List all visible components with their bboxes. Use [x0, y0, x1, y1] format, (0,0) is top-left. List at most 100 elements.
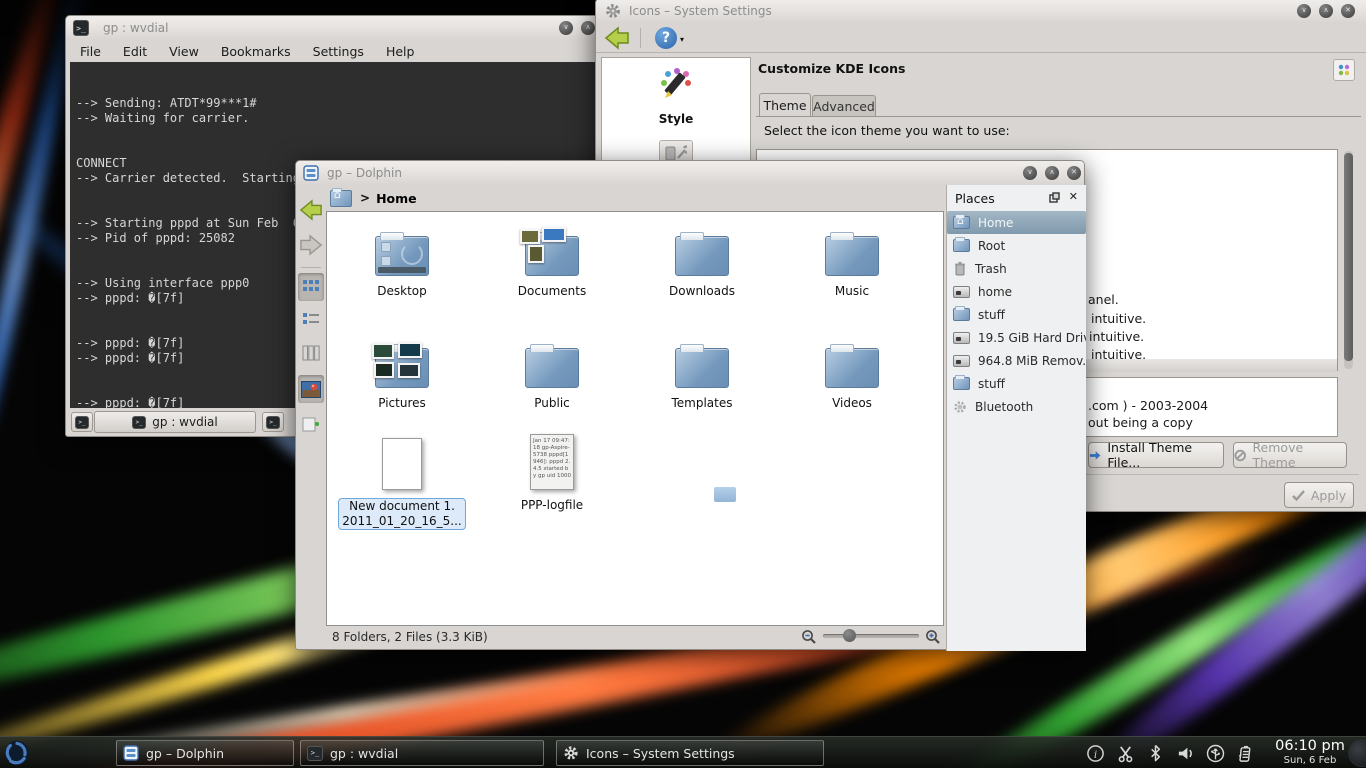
places-header: Places — [955, 191, 995, 206]
text-preview-icon: Jan 17 09:47:18 gp-Aspire-5738 pppd[1946… — [530, 434, 574, 490]
file-item[interactable]: Templates — [638, 332, 766, 411]
launcher-icon[interactable] — [3, 739, 31, 767]
columns-view-button[interactable] — [298, 339, 324, 367]
file-item-selected[interactable]: New document 1. 2011_01_20_16_5... — [338, 428, 466, 530]
taskbar: gp – Dolphin >_ gp : wvdial Icons – Syst… — [0, 736, 1366, 768]
file-item[interactable]: Documents — [488, 220, 616, 299]
task-konsole[interactable]: >_ gp : wvdial — [300, 740, 544, 766]
remove-theme-button[interactable]: Remove Theme — [1233, 442, 1347, 468]
places-item-home-partition[interactable]: home — [947, 280, 1086, 303]
drive-icon — [953, 286, 970, 298]
terminal-icon: >_ — [73, 20, 89, 36]
konsole-titlebar[interactable]: >_ gp : wvdial ∨ ∧ ✕ — [66, 16, 609, 40]
battery-icon[interactable] — [1236, 744, 1255, 763]
places-item-stuff-2[interactable]: stuff — [947, 372, 1086, 395]
konsole-menubar: File Edit View Bookmarks Settings Help — [66, 40, 609, 62]
checkmark-icon — [1292, 490, 1305, 501]
notifications-icon[interactable]: i — [1086, 744, 1105, 763]
bluetooth-icon[interactable] — [1146, 744, 1165, 763]
minimize-button[interactable]: ∨ — [559, 21, 573, 35]
columns-view-icon — [302, 345, 320, 361]
theme-list-text: intuitive. — [1089, 329, 1144, 344]
dolphin-side-toolbar — [296, 185, 326, 649]
new-tab-button[interactable]: >_ — [71, 412, 93, 432]
maximize-button[interactable]: ∧ — [1045, 166, 1059, 180]
klipper-scissors-icon[interactable] — [1116, 744, 1135, 763]
maximize-button[interactable]: ∧ — [581, 21, 595, 35]
file-item[interactable]: Jan 17 09:47:18 gp-Aspire-5738 pppd[1946… — [488, 428, 616, 513]
apply-button[interactable]: Apply — [1284, 482, 1354, 508]
close-button[interactable]: ✕ — [1341, 4, 1355, 18]
window-title: gp : wvdial — [103, 21, 168, 35]
volume-icon[interactable] — [1176, 744, 1195, 763]
system-settings-titlebar[interactable]: Icons – System Settings ∨ ∧ ✕ — [596, 0, 1366, 23]
places-item-root[interactable]: Root — [947, 234, 1086, 257]
dolphin-app-icon — [303, 165, 319, 181]
icons-view-icon — [302, 278, 320, 296]
task-dolphin[interactable]: gp – Dolphin — [116, 740, 294, 766]
terminal-tab[interactable]: >_ gp : wvdial — [94, 411, 256, 433]
install-theme-button[interactable]: Install Theme File... — [1088, 442, 1224, 468]
desktop: Icons – System Settings ∨ ∧ ✕ ?▾ — [0, 0, 1366, 768]
places-item-trash[interactable]: Trash — [947, 257, 1086, 280]
sidebar-item-style[interactable]: Style — [602, 58, 750, 126]
file-item[interactable]: Downloads — [638, 220, 766, 299]
icons-view-button[interactable] — [298, 273, 324, 301]
menu-settings[interactable]: Settings — [313, 44, 364, 59]
page-title: Customize KDE Icons — [758, 61, 905, 76]
file-item[interactable]: Music — [788, 220, 916, 299]
dolphin-titlebar[interactable]: gp – Dolphin ∨ ∧ ✕ — [296, 161, 1084, 185]
back-button[interactable] — [298, 196, 324, 224]
file-item[interactable]: Videos — [788, 332, 916, 411]
places-item-hard-drive[interactable]: 19.5 GiB Hard Drive — [947, 326, 1086, 349]
task-system-settings[interactable]: Icons – System Settings — [556, 740, 824, 766]
file-view[interactable]: Desktop Documents Downloads Music — [326, 211, 944, 626]
usb-device-icon[interactable] — [1206, 744, 1225, 763]
menu-file[interactable]: File — [80, 44, 101, 59]
overview-button[interactable] — [1333, 59, 1355, 81]
help-button[interactable]: ?▾ — [655, 27, 677, 49]
system-tray: i — [1086, 737, 1255, 768]
preview-toggle-button[interactable] — [298, 375, 324, 403]
folder-icon — [825, 348, 879, 388]
folder-icon — [825, 236, 879, 276]
scrollbar[interactable] — [1344, 151, 1353, 369]
split-view-button[interactable] — [298, 411, 324, 439]
theme-list-text: anel. — [1088, 292, 1119, 307]
clock-time: 06:10 pm — [1268, 738, 1352, 755]
places-item-home[interactable]: Home — [947, 211, 1086, 234]
file-item[interactable]: Desktop — [338, 220, 466, 299]
details-view-button[interactable] — [298, 306, 324, 334]
file-item[interactable]: Pictures — [338, 332, 466, 411]
forward-button[interactable] — [298, 231, 324, 259]
maximize-button[interactable]: ∧ — [1319, 4, 1333, 18]
terminal-icon: >_ — [266, 416, 280, 429]
places-item-removable[interactable]: 964.8 MiB Remov... — [947, 349, 1086, 372]
zoom-out-icon[interactable] — [801, 629, 817, 645]
close-panel-icon[interactable]: ✕ — [1069, 190, 1078, 203]
menu-view[interactable]: View — [169, 44, 199, 59]
file-item[interactable]: Public — [488, 332, 616, 411]
minimize-button[interactable]: ∨ — [1297, 4, 1311, 18]
close-button[interactable]: ✕ — [1067, 166, 1081, 180]
back-button[interactable] — [604, 26, 630, 50]
minimize-button[interactable]: ∨ — [1023, 166, 1037, 180]
clock[interactable]: 06:10 pm Sun, 6 Feb — [1268, 738, 1352, 766]
places-item-stuff[interactable]: stuff — [947, 303, 1086, 326]
places-item-bluetooth[interactable]: Bluetooth — [947, 395, 1086, 418]
tab-advanced[interactable]: Advanced — [812, 95, 876, 116]
menu-help[interactable]: Help — [386, 44, 415, 59]
back-arrow-icon — [299, 199, 323, 221]
zoom-slider[interactable] — [823, 634, 919, 638]
breadcrumb-home[interactable]: Home — [376, 191, 417, 206]
system-settings-toolbar: ?▾ — [596, 23, 1366, 53]
zoom-in-icon[interactable] — [925, 629, 941, 645]
gear-icon — [563, 745, 579, 761]
tab-list-button[interactable]: >_ — [262, 412, 284, 432]
float-panel-icon[interactable] — [1049, 192, 1060, 203]
menu-edit[interactable]: Edit — [123, 44, 147, 59]
tab-theme[interactable]: Theme — [759, 93, 811, 116]
home-folder-icon[interactable] — [330, 190, 352, 207]
menu-bookmarks[interactable]: Bookmarks — [221, 44, 291, 59]
zoom-slider-handle[interactable] — [843, 629, 856, 642]
